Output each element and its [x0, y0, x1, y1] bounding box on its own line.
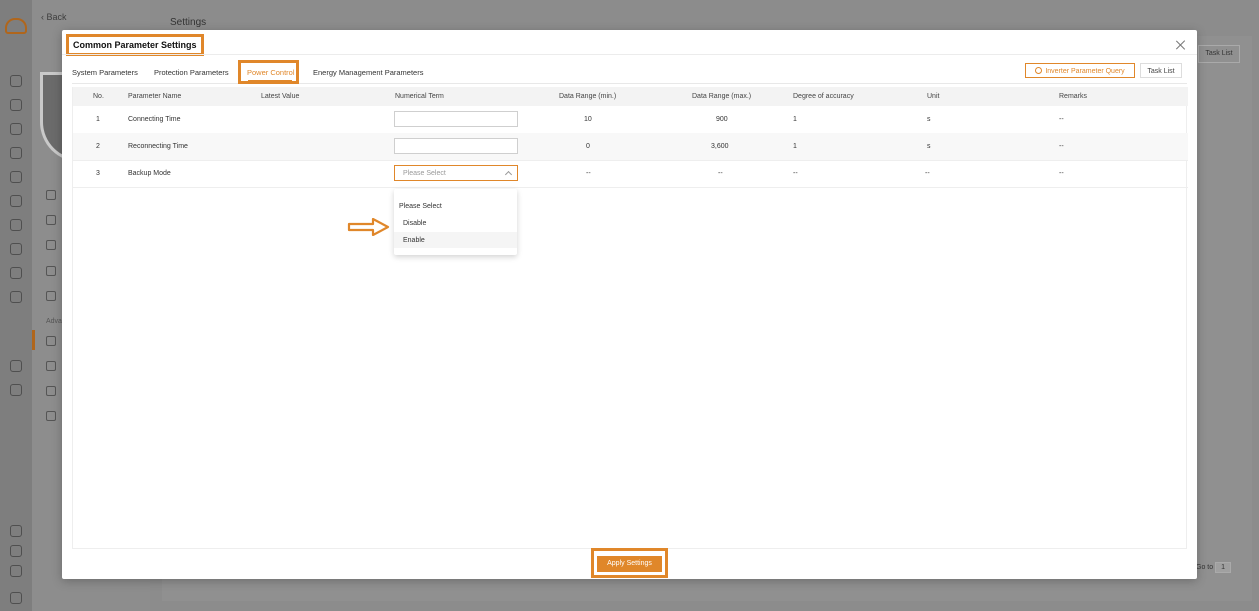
pointer-arrow-icon	[347, 218, 390, 236]
pager-input[interactable]: 1	[1215, 562, 1232, 573]
option-label: Please Select	[399, 203, 442, 210]
tab-power-control[interactable]: Power Control	[247, 68, 295, 77]
header-range-min: Data Range (min.)	[559, 93, 617, 100]
analytics-icon[interactable]	[46, 240, 56, 250]
tab-system-parameters[interactable]: System Parameters	[72, 68, 138, 77]
parameter-tabs: System Parameters Protection Parameters …	[72, 60, 1187, 84]
table-row: 2 Reconnecting Time 0 3,600 1 s --	[73, 133, 1188, 161]
cell-parameter-name: Connecting Time	[128, 116, 181, 123]
app-icon-rail	[0, 0, 32, 611]
active-tab-underline	[248, 80, 292, 82]
screen-icon[interactable]	[10, 565, 22, 577]
grid-icon[interactable]	[10, 195, 22, 207]
phone-icon[interactable]	[10, 360, 22, 372]
cell-accuracy: 1	[793, 143, 797, 150]
warning-icon[interactable]	[46, 266, 56, 276]
back-link[interactable]: ‹ Back	[41, 12, 67, 22]
cell-range-max: 3,600	[711, 143, 729, 150]
list-icon[interactable]	[10, 219, 22, 231]
header-range-max: Data Range (max.)	[692, 93, 752, 100]
cell-range-max: --	[718, 170, 723, 177]
task-list-button[interactable]: Task List	[1140, 63, 1182, 78]
header-parameter-name: Parameter Name	[128, 93, 182, 100]
search-icon	[1035, 67, 1043, 74]
logout-icon[interactable]	[10, 592, 22, 604]
option-label: Disable	[403, 220, 427, 227]
pagination: Go to 1	[1196, 562, 1232, 573]
option-label: Enable	[403, 237, 425, 244]
connecting-time-input[interactable]	[394, 111, 518, 127]
cell-unit: s	[927, 143, 931, 150]
header-remarks: Remarks	[1059, 93, 1088, 100]
cell-remarks: --	[1059, 143, 1064, 150]
parameter-table: No. Parameter Name Latest Value Numerica…	[72, 87, 1188, 549]
apply-settings-button[interactable]: Apply Settings	[597, 556, 662, 572]
common-parameter-settings-modal: Common Parameter Settings System Paramet…	[62, 30, 1197, 579]
display-icon[interactable]	[46, 361, 56, 371]
monitor-icon[interactable]	[10, 545, 22, 557]
tab-energy-management-parameters[interactable]: Energy Management Parameters	[313, 68, 423, 77]
calendar-icon[interactable]	[46, 215, 56, 225]
select-placeholder: Please Select	[403, 170, 446, 177]
header-latest-value: Latest Value	[261, 93, 300, 100]
table-header: No. Parameter Name Latest Value Numerica…	[73, 87, 1188, 106]
back-label: Back	[46, 12, 67, 22]
query-button-label: Inverter Parameter Query	[1045, 68, 1125, 75]
table-row: 3 Backup Mode Please Select -- -- -- -- …	[73, 160, 1188, 188]
share-icon[interactable]	[10, 291, 22, 303]
page-title: Settings	[170, 17, 207, 28]
cloud-sun-logo-icon	[5, 18, 27, 34]
backup-mode-dropdown: Please Select Disable Enable	[394, 189, 517, 255]
chevron-up-icon	[504, 170, 513, 179]
dashboard-icon[interactable]	[46, 190, 56, 200]
parameter-settings-icon[interactable]	[46, 336, 56, 346]
device-icon[interactable]	[10, 171, 22, 183]
nav-selected-indicator	[32, 330, 35, 350]
tool-icon[interactable]	[10, 243, 22, 255]
cell-no: 3	[96, 170, 100, 177]
inverter-parameter-query-button[interactable]: Inverter Parameter Query	[1025, 63, 1135, 78]
nav-section-label: Adva	[46, 318, 62, 325]
cell-accuracy: 1	[793, 116, 797, 123]
network-icon[interactable]	[46, 411, 56, 421]
clock-icon[interactable]	[46, 386, 56, 396]
pager-goto-label: Go to	[1196, 564, 1214, 571]
modal-title: Common Parameter Settings	[66, 34, 204, 56]
header-accuracy: Degree of accuracy	[793, 93, 854, 100]
header-numerical-term: Numerical Term	[395, 93, 444, 100]
location-icon[interactable]	[10, 267, 22, 279]
cell-range-min: 0	[586, 143, 590, 150]
reconnecting-time-input[interactable]	[394, 138, 518, 154]
bg-task-list-button[interactable]: Task List	[1198, 45, 1240, 63]
cell-no: 1	[96, 116, 100, 123]
chart-icon[interactable]	[10, 147, 22, 159]
cell-unit: s	[927, 116, 931, 123]
option-please-select[interactable]: Please Select	[394, 198, 517, 214]
cell-remarks: --	[1059, 170, 1064, 177]
cell-no: 2	[96, 143, 100, 150]
cell-parameter-name: Backup Mode	[128, 170, 171, 177]
header-no: No.	[93, 93, 104, 100]
header-unit: Unit	[927, 93, 940, 100]
cell-range-min: 10	[584, 116, 592, 123]
close-icon[interactable]	[1175, 39, 1187, 51]
backup-mode-select[interactable]: Please Select	[394, 165, 518, 181]
cell-range-max: 900	[716, 116, 728, 123]
option-enable[interactable]: Enable	[394, 232, 517, 248]
cell-accuracy: --	[793, 170, 798, 177]
modal-divider	[62, 54, 1197, 55]
cell-unit: --	[925, 170, 930, 177]
gear-icon[interactable]	[46, 291, 56, 301]
settings-icon[interactable]	[10, 384, 22, 396]
cell-parameter-name: Reconnecting Time	[128, 143, 188, 150]
tab-protection-parameters[interactable]: Protection Parameters	[154, 68, 229, 77]
table-row: 1 Connecting Time 10 900 1 s --	[73, 106, 1188, 134]
history-icon[interactable]	[10, 123, 22, 135]
alarm-icon[interactable]	[10, 99, 22, 111]
option-disable[interactable]: Disable	[394, 215, 517, 231]
help-icon[interactable]	[10, 525, 22, 537]
cell-remarks: --	[1059, 116, 1064, 123]
cell-range-min: --	[586, 170, 591, 177]
home-icon[interactable]	[10, 75, 22, 87]
